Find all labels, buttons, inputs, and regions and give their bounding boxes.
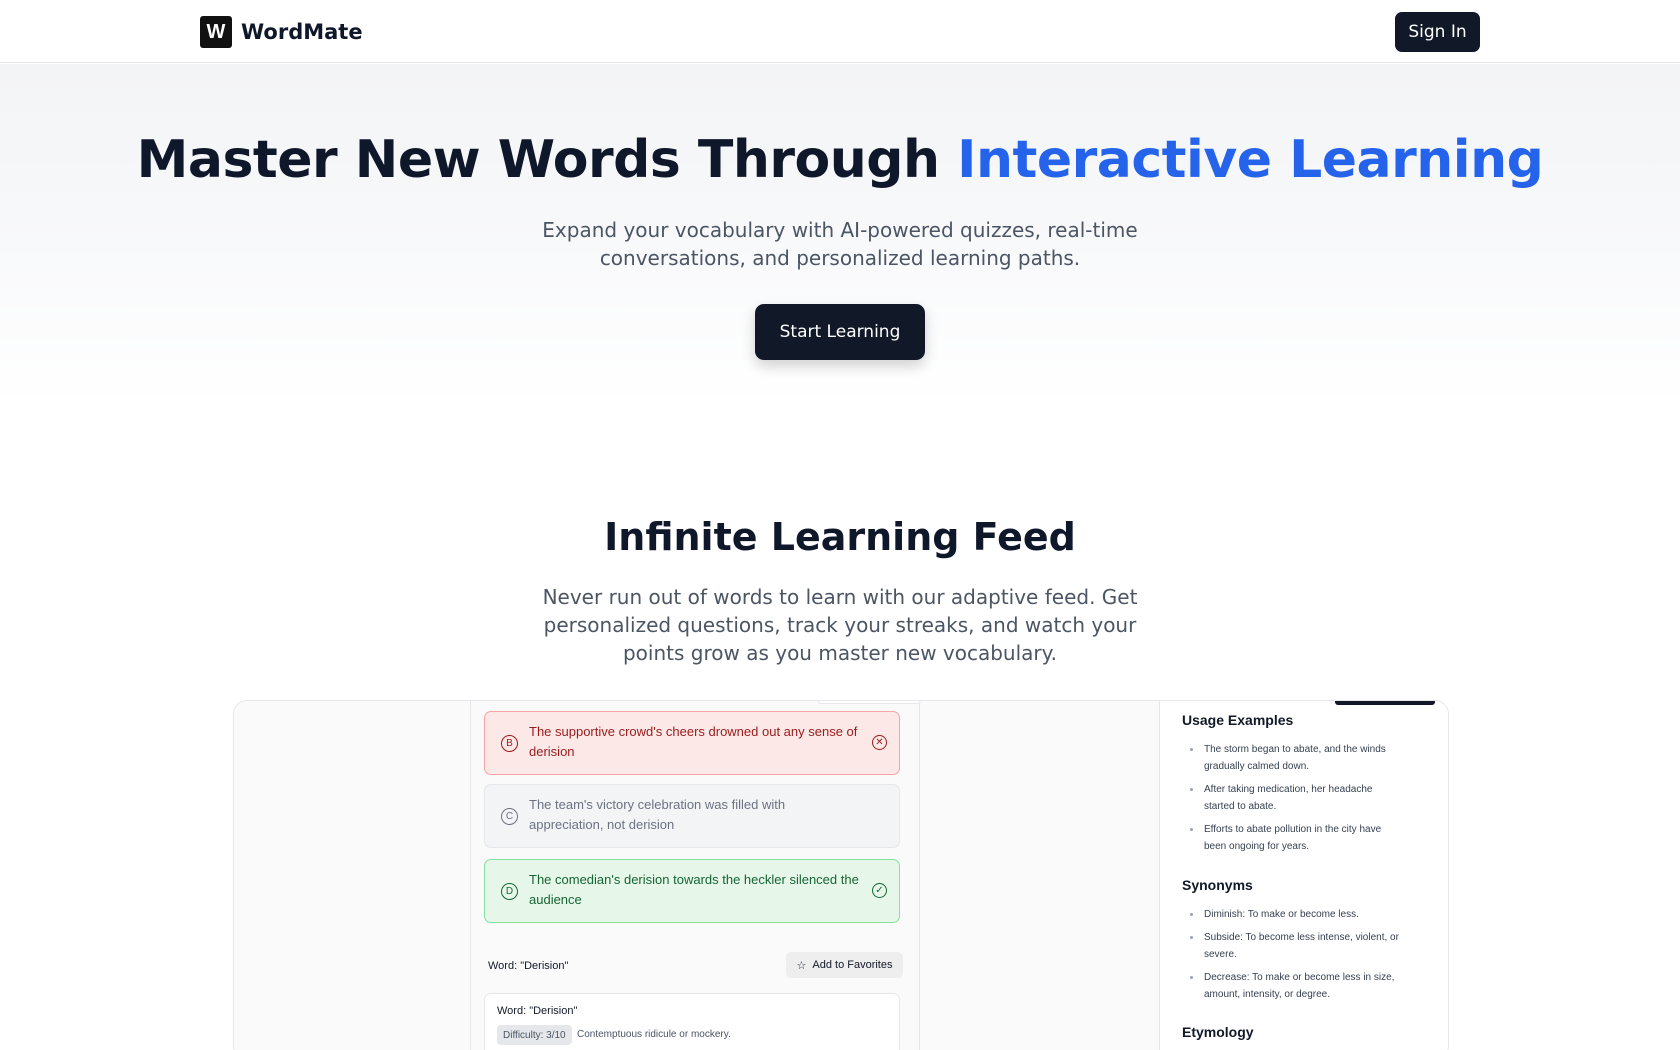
top-navbar: W WordMate Sign In — [0, 0, 1680, 63]
hero-title: Master New Words Through Interactive Lea… — [0, 130, 1680, 190]
favorites-label: Add to Favorites — [812, 959, 893, 971]
brand-name: WordMate — [241, 20, 363, 44]
word-card: Word: "Derision" Difficulty: 3/10 Contem… — [484, 993, 900, 1050]
hero-title-accent: Interactive Learning — [957, 130, 1544, 190]
list-item: Efforts to abate pollution in the city h… — [1189, 821, 1399, 855]
quiz-header-stub — [817, 701, 921, 704]
etymology-heading: Etymology — [1182, 1024, 1254, 1040]
answer-option-d[interactable]: D The comedian's derision towards the he… — [484, 859, 900, 923]
app-preview: B The supportive crowd's cheers drowned … — [233, 700, 1449, 1050]
brand-logo[interactable]: W WordMate — [200, 16, 363, 48]
hero-subtitle: Expand your vocabulary with AI-powered q… — [542, 218, 1138, 270]
hero-title-main: Master New Words Through — [136, 130, 958, 190]
option-letter: D — [501, 883, 518, 900]
option-letter: C — [501, 808, 518, 825]
x-circle-icon: ✕ — [872, 735, 887, 750]
answer-option-b[interactable]: B The supportive crowd's cheers drowned … — [484, 711, 900, 775]
word-card-title: Word: "Derision" — [497, 1005, 578, 1017]
usage-examples-heading: Usage Examples — [1182, 712, 1294, 728]
current-word-label: Word: "Derision" — [488, 960, 569, 972]
sign-in-button[interactable]: Sign In — [1395, 12, 1480, 52]
check-circle-icon: ✓ — [872, 883, 887, 898]
add-to-favorites-button[interactable]: ☆ Add to Favorites — [786, 952, 903, 978]
word-definition: Contemptuous ridicule or mockery. — [577, 1029, 731, 1040]
feed-subtitle: Never run out of words to learn with our… — [542, 585, 1138, 665]
list-item: After taking medication, her headache st… — [1189, 781, 1399, 815]
start-learning-button[interactable]: Start Learning — [755, 304, 925, 360]
star-icon: ☆ — [796, 959, 807, 972]
list-item: The storm began to abate, and the winds … — [1189, 741, 1399, 775]
list-item: Diminish: To make or become less. — [1189, 906, 1399, 923]
option-letter: B — [501, 735, 518, 752]
synonyms-heading: Synonyms — [1182, 877, 1253, 893]
option-text: The comedian's derision towards the heck… — [529, 872, 859, 907]
feed-title: Infinite Learning Feed — [604, 515, 1076, 559]
difficulty-badge: Difficulty: 3/10 — [497, 1025, 572, 1045]
usage-examples-list: The storm began to abate, and the winds … — [1189, 741, 1399, 861]
option-text: The team's victory celebration was fille… — [529, 797, 786, 832]
list-item: Decrease: To make or become less in size… — [1189, 969, 1399, 1003]
option-text: The supportive crowd's cheers drowned ou… — [529, 724, 858, 759]
synonyms-list: Diminish: To make or become less. Subsid… — [1189, 906, 1399, 1009]
answer-option-c[interactable]: C The team's victory celebration was fil… — [484, 784, 900, 848]
details-header-stub — [1335, 701, 1435, 705]
list-item: Subside: To become less intense, violent… — [1189, 929, 1399, 963]
logo-icon: W — [200, 16, 232, 48]
